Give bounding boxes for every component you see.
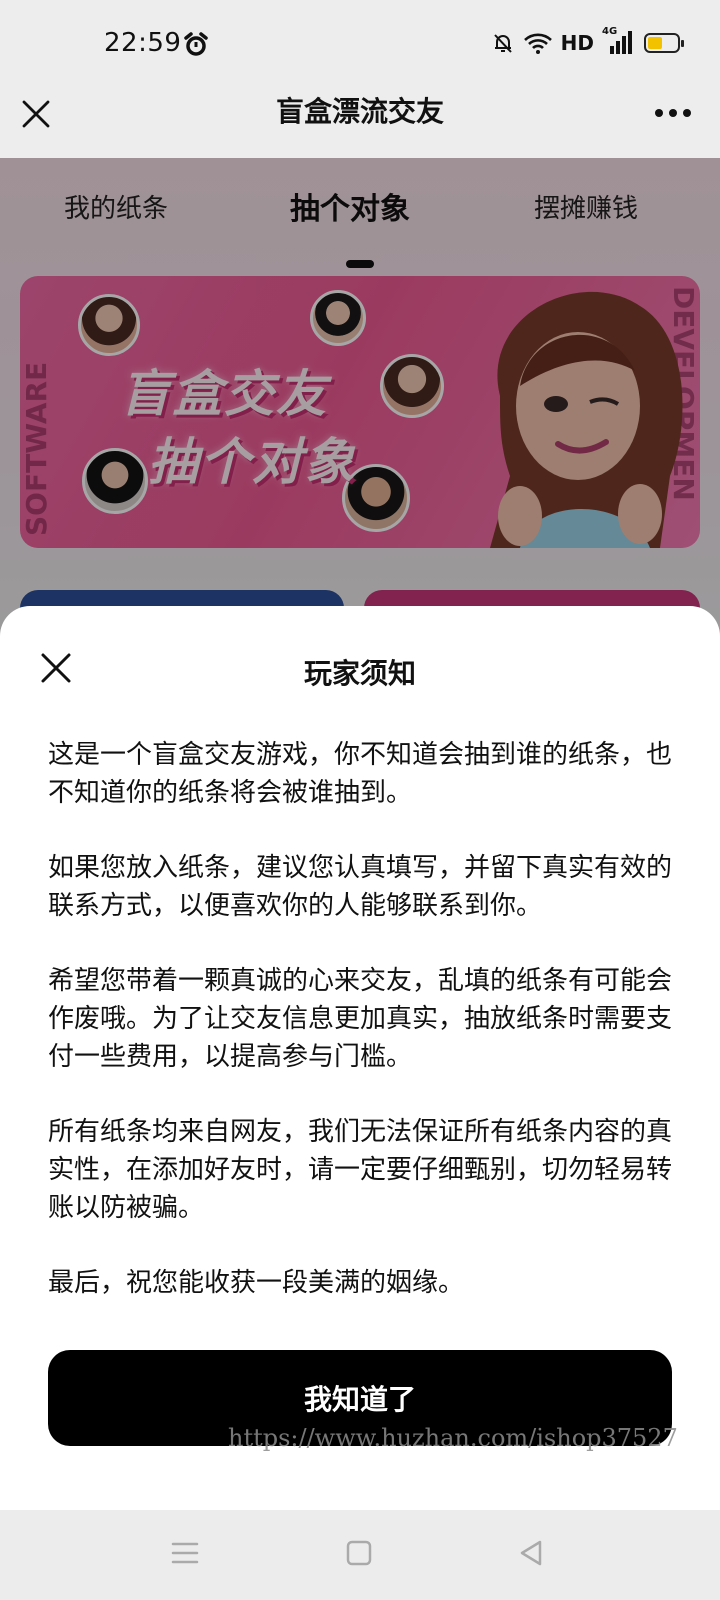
battery-icon — [644, 33, 684, 53]
rules-paragraph: 如果您放入纸条，建议您认真填写，并留下真实有效的联系方式，以便喜欢你的人能够联系… — [48, 853, 673, 921]
rules-paragraph: 最后，祝您能收获一段美满的姻缘。 — [48, 1268, 465, 1298]
battery-level — [648, 37, 663, 49]
wifi-icon — [523, 33, 552, 54]
system-nav-bar — [0, 1510, 720, 1600]
sheet-body: 这是一个盲盒交友游戏，你不知道会抽到谁的纸条，也不知道你的纸条将会被谁抽到。 如… — [48, 736, 672, 1339]
status-time: 22:59 — [104, 28, 182, 58]
alarm-icon — [184, 32, 208, 56]
status-icons: HD 4G — [491, 26, 684, 58]
nav-bar: 盲盒漂流交友 — [0, 88, 720, 158]
menu-icon[interactable] — [170, 1538, 200, 1568]
home-icon[interactable] — [344, 1538, 374, 1568]
rules-paragraph: 希望您带着一颗真诚的心来交友，乱填的纸条有可能会作废哦。为了让交友信息更加真实，… — [48, 966, 673, 1072]
more-icon[interactable] — [654, 108, 692, 118]
watermark-text: https://www.huzhan.com/ishop37527 — [228, 1424, 678, 1452]
page-title: 盲盒漂流交友 — [275, 95, 444, 128]
back-icon[interactable] — [516, 1538, 546, 1568]
rules-sheet: 玩家须知 这是一个盲盒交友游戏，你不知道会抽到谁的纸条，也不知道你的纸条将会被谁… — [0, 606, 720, 1510]
cell-signal-icon: 4G — [602, 26, 632, 56]
network-type-label: HD — [560, 31, 594, 55]
sheet-title: 玩家须知 — [303, 657, 416, 690]
rules-paragraph: 所有纸条均来自网友，我们无法保证所有纸条内容的真实性，在添加好友时，请一定要仔细… — [48, 1117, 673, 1223]
rules-paragraph: 这是一个盲盒交友游戏，你不知道会抽到谁的纸条，也不知道你的纸条将会被谁抽到。 — [48, 740, 673, 808]
mute-icon — [493, 34, 512, 53]
status-bar: 22:59 HD 4G — [0, 0, 720, 88]
